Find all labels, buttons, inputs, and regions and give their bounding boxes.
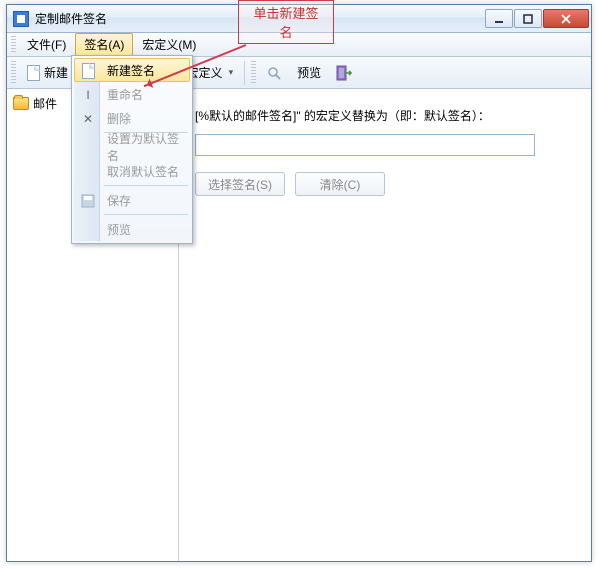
dropdown-separator (104, 185, 188, 186)
sign-menu-dropdown: 新建签名 I 重命名 ✕ 删除 设置为默认签名 取消默认签名 保存 预览 (71, 55, 193, 244)
sidebar-item-label: 邮件 (33, 95, 57, 112)
app-icon (13, 11, 29, 27)
minimize-button[interactable] (485, 9, 513, 28)
preview-button[interactable]: 预览 (290, 60, 328, 86)
maximize-button[interactable] (514, 9, 542, 28)
close-button[interactable] (543, 9, 589, 28)
clear-button[interactable]: 清除(C) (295, 172, 385, 196)
menu-item-unset-default[interactable]: 取消默认签名 (74, 159, 190, 183)
menu-file-label: 文件(F) (27, 36, 66, 53)
toolbar-gripper-1[interactable] (11, 61, 16, 85)
menu-macro[interactable]: 宏定义(M) (133, 33, 205, 56)
rename-icon: I (80, 87, 96, 103)
dd-label: 新建签名 (107, 62, 155, 79)
menu-sign-label: 签名(A) (84, 36, 124, 53)
menu-item-set-default[interactable]: 设置为默认签名 (74, 135, 190, 159)
annotation-callout: 单击新建签名 (238, 0, 334, 44)
delete-icon: ✕ (80, 111, 96, 127)
dd-label: 重命名 (107, 86, 143, 103)
dropdown-separator (104, 214, 188, 215)
menu-item-preview[interactable]: 预览 (74, 217, 190, 241)
menu-item-rename[interactable]: I 重命名 (74, 82, 190, 106)
dd-label: 删除 (107, 110, 131, 127)
document-icon (27, 65, 40, 81)
dd-label: 取消默认签名 (107, 163, 179, 180)
menu-item-save[interactable]: 保存 (74, 188, 190, 212)
new-button-label: 新建 (44, 64, 68, 81)
magnifier-icon (266, 65, 282, 81)
menubar-gripper[interactable] (11, 36, 16, 53)
main-panel: [%默认的邮件签名]" 的宏定义替换为（即：默认签名）： 选择签名(S) 清除(… (179, 89, 591, 561)
macro-description: [%默认的邮件签名]" 的宏定义替换为（即：默认签名）： (195, 107, 575, 124)
menu-item-delete[interactable]: ✕ 删除 (74, 106, 190, 130)
toolbar-separator-2 (244, 61, 245, 85)
menu-file[interactable]: 文件(F) (18, 33, 75, 56)
menu-macro-label: 宏定义(M) (142, 36, 196, 53)
menu-sign[interactable]: 签名(A) (75, 33, 133, 56)
document-icon (80, 63, 96, 79)
exit-button[interactable] (330, 60, 358, 86)
button-row: 选择签名(S) 清除(C) (195, 172, 575, 196)
toolbar-gripper-3[interactable] (251, 61, 256, 85)
signature-input[interactable] (195, 134, 535, 156)
dd-label: 预览 (107, 221, 131, 238)
exit-icon (335, 64, 353, 82)
save-icon (80, 193, 96, 209)
menu-item-new-signature[interactable]: 新建签名 (74, 58, 190, 82)
window-buttons (485, 9, 589, 28)
dd-label: 保存 (107, 192, 131, 209)
select-signature-button[interactable]: 选择签名(S) (195, 172, 285, 196)
folder-icon (13, 97, 29, 110)
preview-button-label: 预览 (297, 64, 321, 81)
annotation-text: 单击新建签名 (253, 6, 318, 40)
preview-icon-button[interactable] (260, 60, 288, 86)
